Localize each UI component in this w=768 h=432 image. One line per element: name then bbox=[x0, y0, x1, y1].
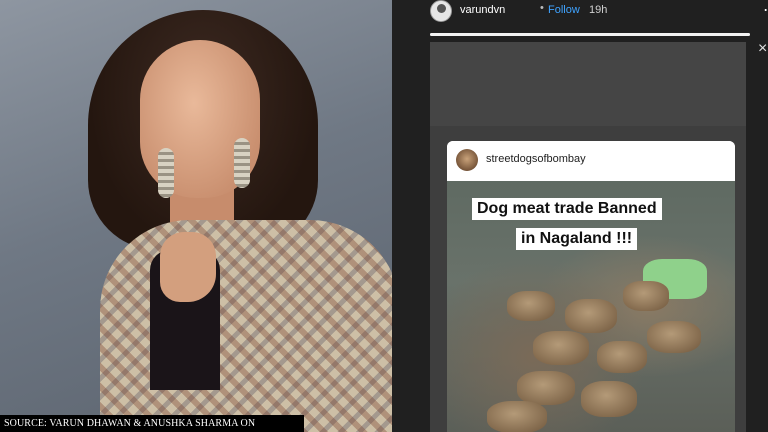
story-header: varundvn • Follow 19h ⋯ bbox=[430, 0, 768, 24]
user-avatar[interactable] bbox=[430, 0, 452, 22]
story-progress-bar bbox=[430, 33, 750, 36]
instagram-story: varundvn • Follow 19h ⋯ × streetdogsofbo… bbox=[392, 0, 768, 432]
photo-sack bbox=[517, 371, 575, 405]
photo-jacket bbox=[100, 220, 392, 432]
photo-sack bbox=[647, 321, 701, 353]
close-icon[interactable]: × bbox=[758, 40, 767, 58]
photo-sack bbox=[487, 401, 547, 432]
story-timestamp: 19h bbox=[589, 4, 608, 16]
story-username[interactable]: varundvn bbox=[460, 4, 505, 16]
more-options-icon[interactable]: ⋯ bbox=[763, 0, 768, 20]
source-caption: SOURCE: VARUN DHAWAN & ANUSHKA SHARMA ON… bbox=[0, 415, 304, 432]
earring-right bbox=[234, 138, 250, 188]
shared-post-card[interactable]: streetdogsofbombay Dog meat trade Banned… bbox=[447, 141, 735, 432]
follow-button[interactable]: Follow bbox=[548, 4, 580, 16]
shared-post-username[interactable]: streetdogsofbombay bbox=[486, 153, 586, 165]
earring-left bbox=[158, 148, 174, 198]
photo-sack bbox=[507, 291, 555, 321]
shared-post-photo: Dog meat trade Banned in Nagaland !!! bbox=[447, 181, 735, 432]
photo-sack bbox=[597, 341, 647, 373]
photo-sack bbox=[565, 299, 617, 333]
photo-hand bbox=[160, 232, 216, 302]
separator-dot: • bbox=[540, 2, 544, 14]
celebrity-photo: SOURCE: VARUN DHAWAN & ANUSHKA SHARMA ON… bbox=[0, 0, 392, 432]
overlay-text-line-2: in Nagaland !!! bbox=[516, 228, 638, 250]
photo-sack bbox=[533, 331, 589, 365]
overlay-text-line-1: Dog meat trade Banned bbox=[472, 198, 662, 220]
photo-sack bbox=[581, 381, 637, 417]
photo-sack bbox=[623, 281, 669, 311]
shared-post-header: streetdogsofbombay bbox=[447, 141, 735, 181]
shared-post-avatar[interactable] bbox=[456, 149, 478, 171]
story-progress-fill bbox=[430, 33, 750, 36]
